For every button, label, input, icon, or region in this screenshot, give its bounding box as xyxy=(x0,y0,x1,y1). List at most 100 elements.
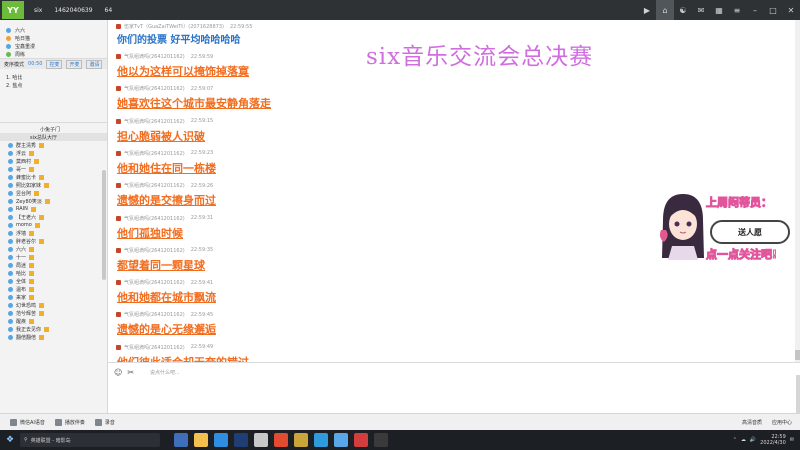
steam-icon[interactable] xyxy=(234,433,248,447)
user-list-item[interactable]: 十一 xyxy=(0,253,107,261)
channel-item[interactable]: 哈日猫 xyxy=(0,34,107,42)
message-input[interactable]: 说点什么吧... xyxy=(150,369,180,376)
sender-name[interactable]: 气氛组滴吗(2641201162) xyxy=(124,215,185,222)
user-list-item[interactable]: 我正去见你 xyxy=(0,325,107,333)
user-list-item[interactable]: 范兮辉苦 xyxy=(0,309,107,317)
user-list-item[interactable]: 六六 xyxy=(0,245,107,253)
user-avatar-icon xyxy=(8,310,13,316)
edge-icon[interactable] xyxy=(314,433,328,447)
menu-icon[interactable]: ≡ xyxy=(728,0,746,20)
user-list-item[interactable]: 翻倍翻倍 xyxy=(0,333,107,341)
queue-item[interactable]: 1. 哈比 xyxy=(0,73,107,81)
yy-icon[interactable] xyxy=(294,433,308,447)
user-list-item[interactable]: 幻世恐鸣 xyxy=(0,301,107,309)
user-list-item[interactable]: 蜂蜜比卡 xyxy=(0,173,107,181)
netease-music-icon[interactable] xyxy=(274,433,288,447)
room-label[interactable]: 小兔子门 xyxy=(0,125,107,133)
mail-icon[interactable]: ✉ xyxy=(692,0,710,20)
user-list-item[interactable]: RAIN xyxy=(0,205,107,213)
stream-title: six音乐交流会总决赛 xyxy=(366,44,594,70)
mic-queue: 1. 哈比 2. 盐点 xyxy=(0,69,107,123)
tool-record[interactable]: 录音 xyxy=(94,418,115,426)
tool-accompaniment[interactable]: 播放伴奏 xyxy=(54,418,85,426)
sender-name[interactable]: 伍家TvT（GuaZaiTWeiTt）(2071628873) xyxy=(124,23,224,30)
channel-item[interactable]: 周练 xyxy=(0,50,107,58)
user-list-item[interactable]: 局迷 xyxy=(0,261,107,269)
mode-button[interactable]: 开麦 xyxy=(66,59,83,69)
network-icon[interactable]: ☁ xyxy=(741,437,746,443)
user-list: 群主清秀 浮云 莫西村 哥一 蜂蜜比卡 照比如家妹 昱台阿 Zey80笑淡 RAIN 【王老六 mo… xyxy=(0,141,107,341)
record-icon xyxy=(94,418,102,426)
user-name: 醒疾 xyxy=(16,318,27,325)
user-list-item[interactable]: momo xyxy=(0,221,107,229)
user-list-item[interactable]: Zey80笑淡 xyxy=(0,197,107,205)
sender-name[interactable]: 气氛组滴吗(2641201162) xyxy=(124,150,185,157)
user-list-item[interactable]: 【王老六 xyxy=(0,213,107,221)
sidebar-scrollbar[interactable] xyxy=(102,170,106,280)
user-list-item[interactable]: 醒疾 xyxy=(0,317,107,325)
channel-item[interactable]: 宝鑫重漫 xyxy=(0,42,107,50)
user-list-item[interactable]: 浮云 xyxy=(0,149,107,157)
volume-icon[interactable]: 🔊 xyxy=(750,437,756,443)
terminal-icon[interactable] xyxy=(374,433,388,447)
user-avatar-icon xyxy=(8,150,13,156)
store-icon[interactable] xyxy=(214,433,228,447)
user-list-item[interactable]: 莫西村 xyxy=(0,157,107,165)
channel-item[interactable]: 六六 xyxy=(0,26,107,34)
sender-name[interactable]: 气氛组滴吗(2641201162) xyxy=(124,118,185,125)
tool-ai-voice[interactable]: 微信AI语音 xyxy=(10,418,45,426)
user-list-item[interactable]: 哈比 xyxy=(0,269,107,277)
user-badge-icon xyxy=(44,182,50,188)
play-icon[interactable]: ▶ xyxy=(638,0,656,20)
mode-button[interactable]: 控麦 xyxy=(46,59,63,69)
mode-button[interactable]: 邀请 xyxy=(86,59,103,69)
user-list-item[interactable]: 照比如家妹 xyxy=(0,181,107,189)
search-icon: ⚲ xyxy=(24,437,28,443)
game-app-icon[interactable] xyxy=(354,433,368,447)
user-list-item[interactable]: 胖老谷尔 xyxy=(0,237,107,245)
scroll-thumb[interactable] xyxy=(795,350,800,360)
audio-quality-button[interactable]: 高清音质 xyxy=(742,419,762,426)
sender-name[interactable]: 气氛组滴吗(2641201162) xyxy=(124,53,185,60)
user-avatar-icon xyxy=(8,262,13,268)
user-list-item[interactable]: 浮墙 xyxy=(0,229,107,237)
user-list-item[interactable]: 全体 xyxy=(0,277,107,285)
notification-icon[interactable]: ✉ xyxy=(790,437,794,443)
user-list-item[interactable]: 群主清秀 xyxy=(0,141,107,149)
minimize-icon[interactable]: – xyxy=(746,0,764,20)
gamepad-icon[interactable]: ☯ xyxy=(674,0,692,20)
user-list-item[interactable]: 温布 xyxy=(0,285,107,293)
user-list-item[interactable]: 昱台阿 xyxy=(0,189,107,197)
screenshot-icon[interactable]: ✂ xyxy=(127,368,134,377)
user-badge-icon xyxy=(39,174,45,180)
user-badge-icon xyxy=(34,158,40,164)
user-avatar-icon xyxy=(8,214,13,220)
queue-item[interactable]: 2. 盐点 xyxy=(0,81,107,89)
sender-name[interactable]: 气氛组滴吗(2641201162) xyxy=(124,85,185,92)
taskview-icon[interactable] xyxy=(174,433,188,447)
sender-name[interactable]: 气氛组滴吗(2641201162) xyxy=(124,279,185,286)
close-icon[interactable]: ✕ xyxy=(782,0,800,20)
windows-start-icon[interactable]: ❖ xyxy=(0,430,20,450)
sender-name[interactable]: 气氛组滴吗(2641201162) xyxy=(124,247,185,254)
room-banner[interactable]: six总队大厅 xyxy=(0,133,107,141)
chevron-up-icon[interactable]: ⌃ xyxy=(733,437,737,443)
sender-name[interactable]: 气氛组滴吗(2641201162) xyxy=(124,182,185,189)
maximize-icon[interactable]: □ xyxy=(764,0,782,20)
user-list-item[interactable]: 哥一 xyxy=(0,165,107,173)
taskbar-search[interactable]: ⚲ 英雄联盟 - 暗影岛 xyxy=(20,433,160,447)
chat-app-icon[interactable] xyxy=(334,433,348,447)
sender-name[interactable]: 气氛组滴吗(2641201162) xyxy=(124,311,185,318)
app-center-button[interactable]: 应用中心 xyxy=(772,419,792,426)
user-avatar-icon xyxy=(8,230,13,236)
user-avatar-icon xyxy=(8,158,13,164)
home-icon[interactable]: ⌂ xyxy=(656,0,674,20)
app-icon[interactable] xyxy=(254,433,268,447)
emoji-icon[interactable]: ☺ xyxy=(114,368,122,377)
sender-name[interactable]: 气氛组滴吗(2641201162) xyxy=(124,344,185,351)
channel-icon xyxy=(6,43,11,49)
grid-icon[interactable]: ▦ xyxy=(710,0,728,20)
clock[interactable]: 22:59 2022/4/30 xyxy=(760,434,786,446)
user-list-item[interactable]: 来家 xyxy=(0,293,107,301)
folder-icon[interactable] xyxy=(194,433,208,447)
